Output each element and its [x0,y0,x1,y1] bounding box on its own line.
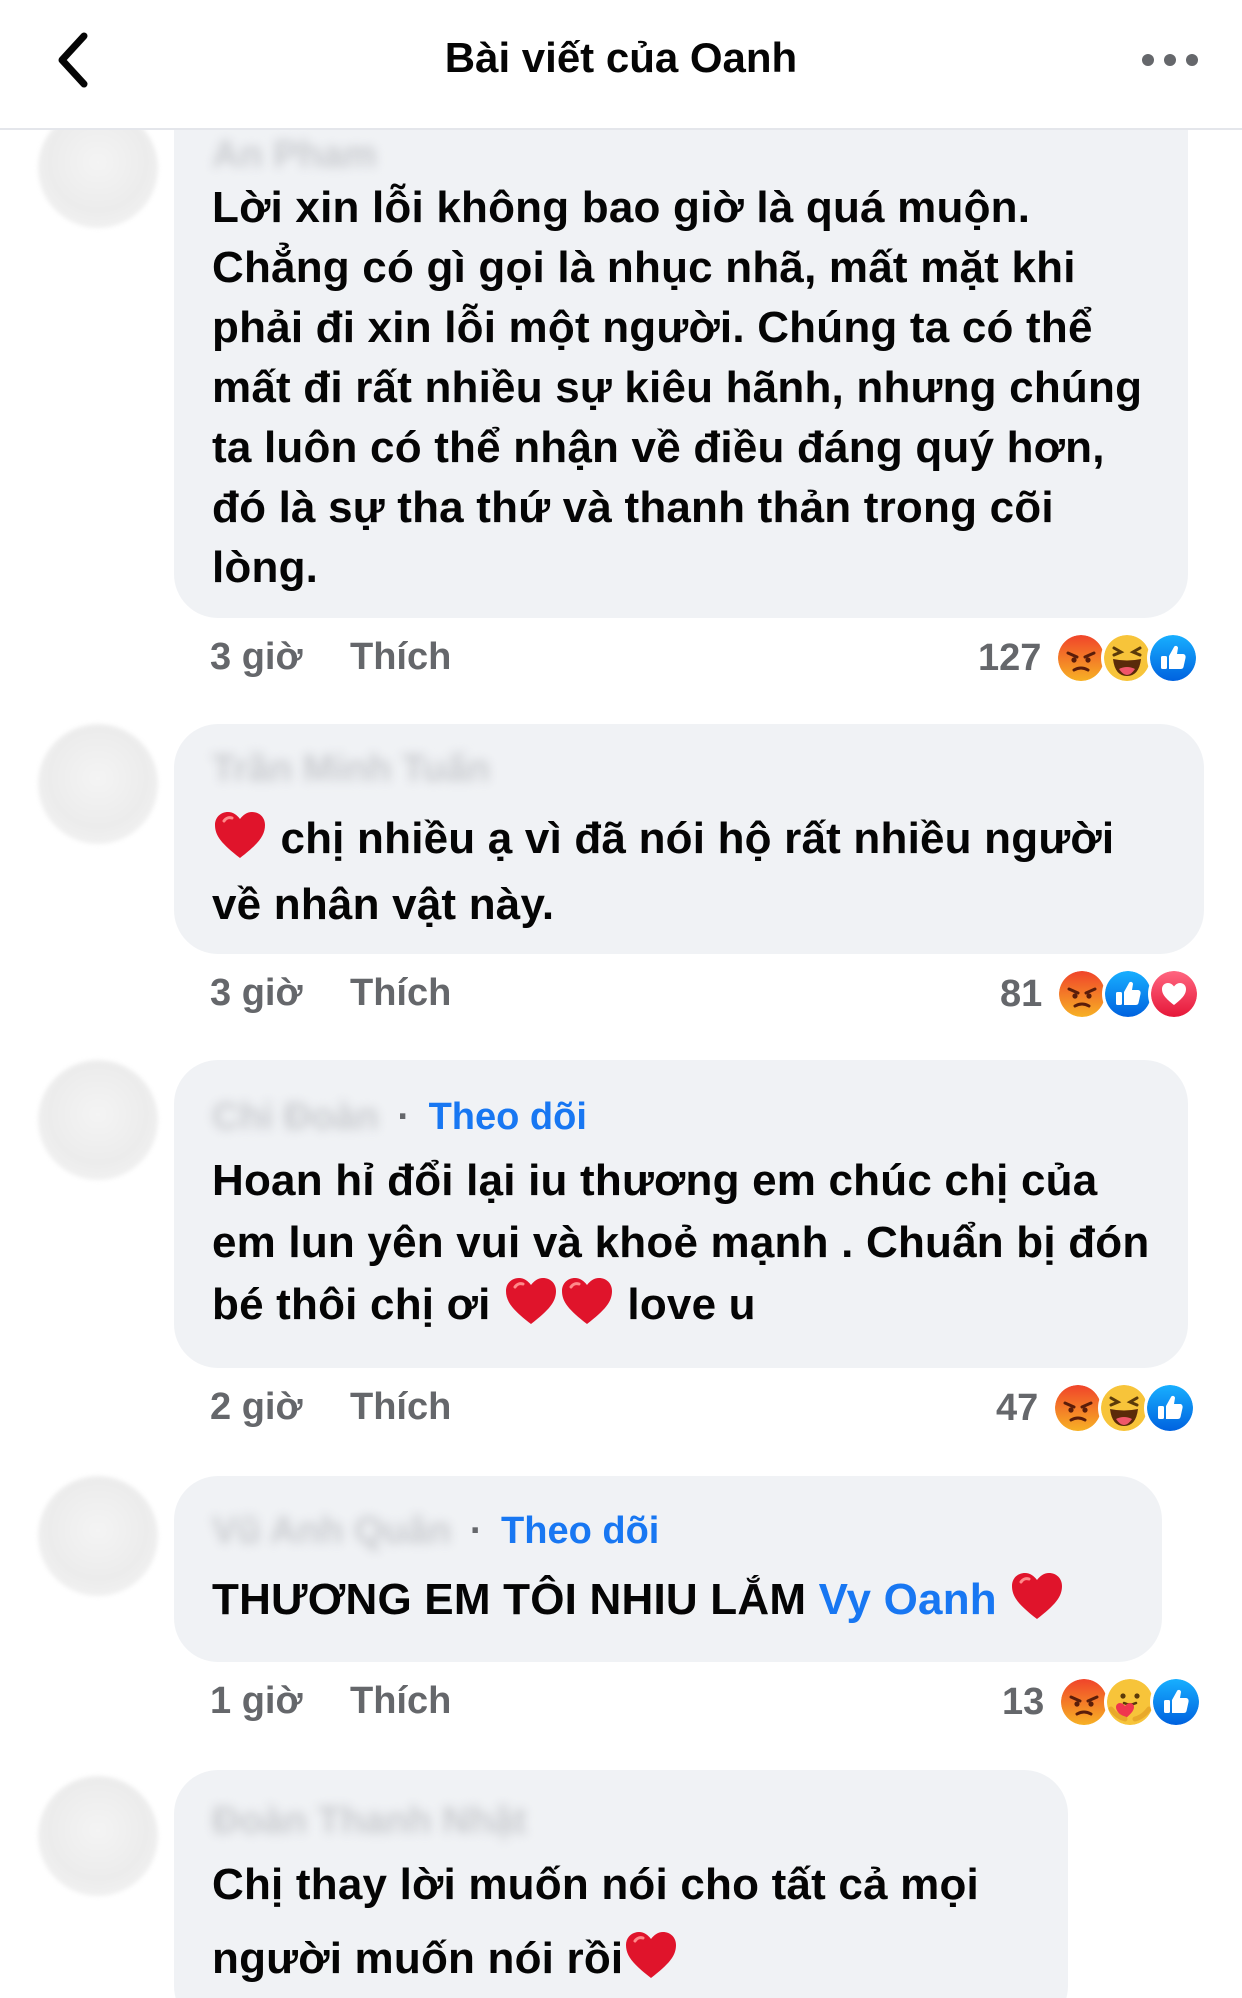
heart-emoji-icon [559,1275,615,1327]
comment-meta: 3 giờ Thích [210,968,451,1018]
follow-button[interactable]: Theo dõi [429,1096,587,1138]
reaction-summary[interactable]: 13 [1002,1674,1203,1730]
comment-author[interactable]: Đoàn Thanh Nhật [212,1800,527,1842]
like-button[interactable]: Thích [350,972,451,1015]
like-icon [1102,968,1155,1020]
comment-text: THƯƠNG EM TÔI NHIU LẮM Vy Oanh [212,1570,1124,1630]
heart-emoji-icon [503,1275,559,1327]
reaction-count: 127 [978,636,1042,679]
comment-author[interactable]: An Pham [212,134,377,176]
comment-text: Hoan hỉ đổi lại iu thương em chúc chị củ… [212,1156,1150,1329]
like-button[interactable]: Thích [350,636,451,679]
comment-meta: 3 giờ Thích [210,632,451,682]
love-icon [1148,968,1201,1020]
angry-icon [1058,1676,1111,1728]
comment-text: Lời xin lỗi không bao giờ là quá muộn. C… [212,183,1143,592]
comment-time[interactable]: 3 giờ [210,972,350,1015]
comment-meta: 1 giờ Thích [210,1676,451,1726]
more-options-button[interactable] [1142,40,1198,80]
like-icon [1147,632,1200,684]
comment-author[interactable]: Chi Đoàn [212,1096,379,1138]
haha-icon [1098,1382,1151,1434]
comment-bubble: Đoàn Thanh Nhật Chị thay lời muốn nói ch… [174,1770,1068,1998]
comment-time[interactable]: 3 giờ [210,636,350,679]
comment-bubble: Chi Đoàn · Theo dõi Hoan hỉ đổi lại iu t… [174,1060,1188,1368]
comment-author[interactable]: Trần Minh Tuấn [212,748,490,790]
like-icon [1150,1676,1203,1728]
avatar[interactable] [38,724,158,844]
reaction-summary[interactable]: 47 [996,1380,1197,1436]
more-dots-icon [1142,54,1154,66]
comment-bubble: Vũ Anh Quân · Theo dõi THƯƠNG EM TÔI NHI… [174,1476,1162,1662]
angry-icon [1055,632,1108,684]
heart-emoji-icon [623,1929,679,1981]
comment-time[interactable]: 1 giờ [210,1680,350,1723]
heart-emoji-icon [212,809,268,861]
comment-author[interactable]: Vũ Anh Quân [212,1510,451,1552]
follow-button[interactable]: Theo dõi [501,1510,659,1552]
comment-meta: 2 giờ Thích [210,1382,451,1432]
top-bar: Bài viết của Oanh [0,0,1242,130]
comment-time[interactable]: 2 giờ [210,1386,350,1429]
reaction-summary[interactable]: 81 [1000,966,1201,1022]
angry-icon [1056,968,1109,1020]
comment-text: Chị thay lời muốn nói cho tất cả mọi ngư… [212,1860,979,1983]
reaction-count: 47 [996,1386,1039,1429]
haha-icon [1101,632,1154,684]
mention-link[interactable]: Vy Oanh [819,1575,997,1624]
like-button[interactable]: Thích [350,1386,451,1429]
page-title: Bài viết của Oanh [444,34,798,81]
angry-icon [1052,1382,1105,1434]
comment-text: chị nhiều ạ vì đã nói hộ rất nhiều người… [212,806,1166,938]
care-icon [1104,1676,1157,1728]
like-icon [1144,1382,1197,1434]
avatar[interactable] [38,1060,158,1180]
comment-bubble: An Pham Lời xin lỗi không bao giờ là quá… [174,118,1188,618]
avatar[interactable] [38,1476,158,1596]
avatar[interactable] [38,1776,158,1896]
like-button[interactable]: Thích [350,1680,451,1723]
reaction-summary[interactable]: 127 [978,630,1200,686]
comment-bubble: Trần Minh Tuấn chị nhiều ạ vì đã nói hộ … [174,724,1204,954]
heart-emoji-icon [1009,1570,1065,1622]
reaction-count: 13 [1002,1680,1045,1723]
reaction-count: 81 [1000,972,1043,1015]
